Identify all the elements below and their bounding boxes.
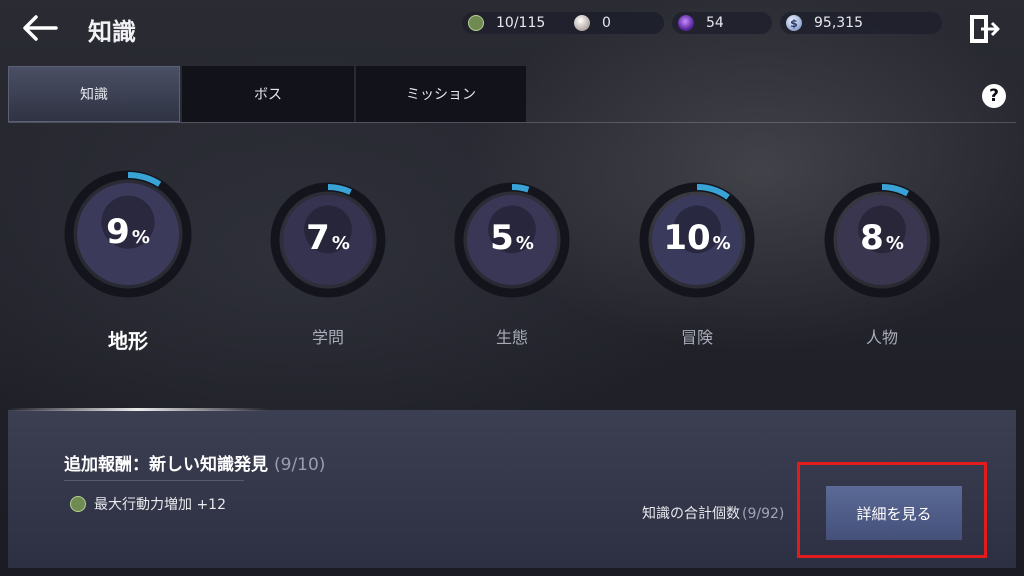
reward-item-label: 最大行動力増加 +12 — [94, 497, 226, 513]
pearl-value: 0 — [602, 15, 611, 31]
back-arrow-icon[interactable] — [20, 12, 60, 44]
percent-unit: % — [885, 233, 904, 254]
category-percent: 7% — [270, 218, 386, 258]
percent-value: 7 — [306, 218, 330, 258]
percent-unit: % — [331, 233, 350, 254]
top-bar: 知識 10/115 0 54 $ 95,315 — [0, 0, 1024, 56]
percent-unit: % — [131, 227, 150, 248]
category-percent: 9% — [64, 212, 192, 252]
category-4[interactable]: 8% 人物 — [824, 182, 940, 354]
category-label: 地形 — [108, 329, 148, 353]
crystal-value: 54 — [706, 15, 724, 31]
total-label: 知識の合計個数 — [642, 506, 740, 522]
help-button[interactable]: ? — [982, 84, 1006, 108]
percent-unit: % — [515, 233, 534, 254]
category-3[interactable]: 10% 冒険 — [639, 182, 755, 354]
category-0[interactable]: 9% 地形 — [64, 170, 192, 355]
category-label: 生態 — [495, 328, 528, 347]
reward-progress: (9/10) — [274, 455, 326, 475]
reward-title-text: 追加報酬：新しい知識発見 — [64, 455, 268, 475]
category-label: 冒険 — [680, 328, 713, 347]
pearl-icon — [574, 15, 590, 31]
tab-knowledge[interactable]: 知識 — [8, 66, 180, 122]
category-percent: 8% — [824, 218, 940, 258]
category-percent: 5% — [454, 218, 570, 258]
energy-icon — [468, 15, 484, 31]
category-label: 人物 — [865, 328, 898, 347]
tab-mission[interactable]: ミッション — [356, 66, 526, 122]
percent-value: 9 — [106, 212, 130, 252]
pearl-counter: 0 — [568, 12, 664, 34]
percent-value: 5 — [490, 218, 514, 258]
total-knowledge-count: 知識の合計個数 (9/92) — [642, 503, 784, 523]
knowledge-screen: { "header": { "title": "知識", "resources"… — [0, 0, 1024, 576]
panel-glow-divider — [8, 408, 268, 411]
percent-value: 8 — [860, 218, 884, 258]
reward-divider — [64, 480, 244, 481]
category-percent: 10% — [639, 218, 755, 258]
silver-counter: $ 95,315 — [780, 12, 942, 34]
energy-value: 10/115 — [496, 15, 546, 31]
highlight-box — [797, 462, 987, 558]
category-1[interactable]: 7% 学問 — [270, 182, 386, 354]
percent-unit: % — [712, 233, 731, 254]
percent-value: 10 — [663, 218, 711, 258]
total-value: (9/92) — [742, 506, 785, 522]
tab-boss[interactable]: ボス — [182, 66, 354, 122]
crystal-counter: 54 — [672, 12, 772, 34]
category-label: 学問 — [311, 328, 344, 347]
tab-divider — [8, 122, 1016, 123]
crystal-icon — [678, 15, 694, 31]
energy-icon — [70, 496, 86, 512]
exit-icon[interactable] — [966, 12, 1002, 46]
page-title: 知識 — [88, 18, 136, 46]
reward-title: 追加報酬：新しい知識発見 (9/10) — [64, 450, 325, 475]
reward-item: 最大行動力増加 +12 — [70, 494, 226, 514]
category-2[interactable]: 5% 生態 — [454, 182, 570, 354]
silver-coin-icon: $ — [786, 15, 802, 31]
silver-value: 95,315 — [814, 15, 863, 31]
